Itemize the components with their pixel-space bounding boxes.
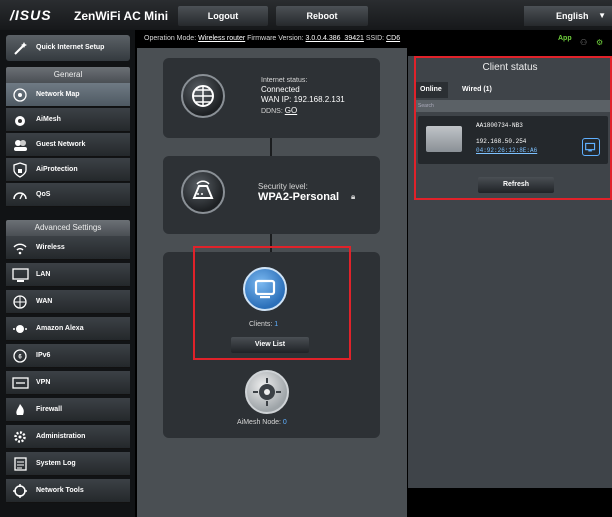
highlight-client-status-box [414, 56, 612, 200]
admin-gear-icon [14, 431, 26, 443]
network-tools-icon [13, 484, 27, 498]
svg-text:6: 6 [18, 355, 22, 361]
ddns-label: DDNS: [261, 108, 283, 115]
router-admin-page: /ISUS ZenWiFi AC Mini Logout Reboot Engl… [0, 0, 612, 517]
guest-network-icon [14, 140, 27, 151]
lock-icon: 🔒︎ [351, 192, 356, 201]
ssid-label: SSID: [365, 35, 385, 42]
lan-icon [12, 268, 29, 282]
sidebar-item-firewall[interactable]: Firewall [6, 398, 130, 422]
sidebar-item-wan[interactable]: WAN [6, 290, 130, 314]
sidebar-item-label: Amazon Alexa [36, 325, 84, 332]
aimesh-icon [15, 116, 25, 126]
op-mode-link[interactable]: Wireless router [198, 35, 245, 42]
sidebar-item-label: Network Map [36, 91, 80, 98]
internet-status-label: Internet status: [261, 77, 308, 84]
sidebar-item-label: Wireless [36, 244, 65, 251]
router-icon [181, 170, 225, 214]
security-level-value: WPA2-Personal [258, 191, 340, 203]
quick-setup-label: Quick Internet Setup [36, 44, 105, 51]
ssid-link[interactable]: CD6 [386, 35, 400, 42]
advanced-settings-header: Advanced Settings [6, 220, 130, 236]
chevron-down-icon: ▼ [598, 11, 606, 20]
ddns-row: DDNS: GO [261, 106, 297, 115]
op-mode-label: Operation Mode: [144, 35, 197, 42]
wan-ip: WAN IP: 192.168.2.131 [261, 95, 345, 104]
sidebar-item-label: AiProtection [36, 166, 78, 173]
sidebar-item-vpn[interactable]: VPN [6, 371, 130, 395]
language-value: English [556, 11, 589, 21]
system-log-icon [14, 457, 27, 471]
sidebar-item-label: Administration [36, 433, 86, 440]
general-header: General [6, 67, 130, 83]
sidebar-item-administration[interactable]: Administration [6, 425, 130, 449]
sidebar-item-label: IPv6 [36, 352, 51, 359]
sidebar-item-ipv6[interactable]: 6 IPv6 [6, 344, 130, 368]
sidebar-item-label: LAN [36, 271, 51, 278]
firmware-link[interactable]: 3.0.0.4.386_39421 [306, 35, 364, 42]
link-status-icon[interactable]: ⚙ [596, 34, 603, 52]
sidebar-item-wireless[interactable]: Wireless [6, 236, 130, 260]
reboot-button[interactable]: Reboot [276, 6, 368, 26]
sidebar-item-label: QoS [36, 191, 51, 198]
aimesh-node-row: AiMesh Node: 0 [237, 419, 287, 426]
ddns-go-link[interactable]: GO [285, 106, 297, 115]
model-name: ZenWiFi AC Mini [74, 9, 169, 23]
usb-icon[interactable]: ⚇ [580, 34, 587, 52]
logout-button[interactable]: Logout [178, 6, 268, 26]
wand-icon [14, 42, 27, 55]
highlight-clients-box [193, 246, 351, 360]
sidebar-item-system-log[interactable]: System Log [6, 452, 130, 476]
app-label[interactable]: App [558, 30, 572, 48]
sidebar-item-label: AiMesh [36, 116, 61, 123]
quick-internet-setup-button[interactable]: Quick Internet Setup [6, 35, 130, 61]
sidebar: Quick Internet Setup General Network Map… [0, 30, 135, 517]
ipv6-icon: 6 [13, 349, 27, 363]
sidebar-item-qos[interactable]: QoS [6, 183, 130, 207]
wifi-icon [13, 243, 27, 255]
sidebar-item-aiprotection[interactable]: AiProtection [6, 158, 130, 182]
firewall-icon [16, 404, 24, 415]
status-info-bar: Operation Mode: Wireless router Firmware… [140, 30, 612, 48]
sidebar-item-label: WAN [36, 298, 53, 305]
aimesh-node-label: AiMesh Node: [237, 419, 281, 426]
sidebar-item-network-tools[interactable]: Network Tools [6, 479, 130, 503]
speedometer-icon [13, 192, 27, 200]
sidebar-item-network-map[interactable]: Network Map [6, 83, 130, 107]
asus-logo: /ISUS [10, 7, 52, 23]
internet-status-value: Connected [261, 85, 300, 94]
aimesh-node-count: 0 [282, 419, 287, 426]
sidebar-item-amazon-alexa[interactable]: Amazon Alexa [6, 317, 130, 341]
language-select[interactable]: English ▼ [524, 6, 612, 26]
globe-icon [181, 74, 225, 118]
firmware-label: Firmware Version: [247, 35, 304, 42]
globe-icon [13, 295, 27, 309]
vpn-icon [12, 377, 29, 389]
sidebar-item-label: Firewall [36, 406, 63, 413]
sidebar-item-lan[interactable]: LAN [6, 263, 130, 287]
aimesh-node-icon[interactable] [245, 370, 289, 414]
network-map-icon [13, 88, 27, 102]
sidebar-item-label: System Log [36, 460, 76, 467]
sidebar-item-label: Guest Network [36, 141, 86, 148]
sidebar-item-guest-network[interactable]: Guest Network [6, 133, 130, 157]
security-level-label: Security level: [258, 182, 308, 191]
top-bar: /ISUS ZenWiFi AC Mini Logout Reboot Engl… [0, 0, 612, 30]
alexa-icon [13, 325, 27, 333]
sidebar-item-label: VPN [36, 379, 51, 386]
sidebar-item-aimesh[interactable]: AiMesh [6, 108, 130, 132]
shield-lock-icon [13, 162, 27, 178]
sidebar-item-label: Network Tools [36, 487, 84, 494]
